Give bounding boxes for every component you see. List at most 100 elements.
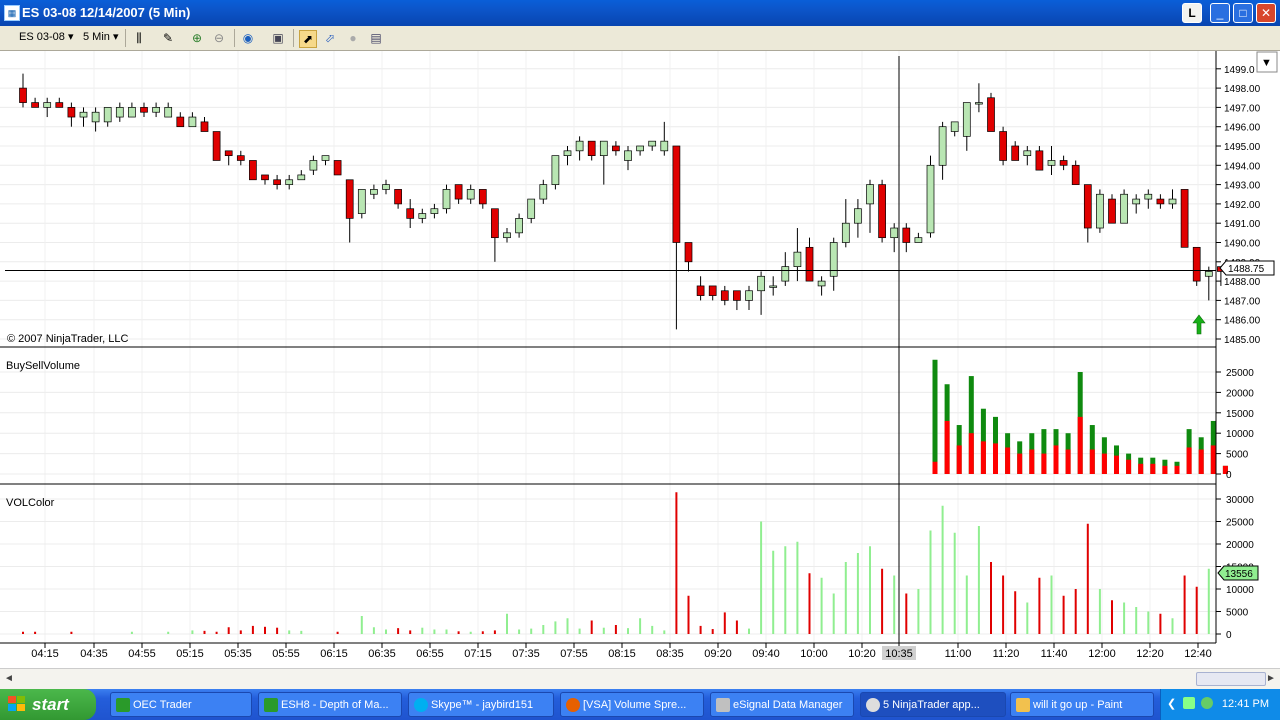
interval-selector[interactable]: 5 Min ▾ xyxy=(80,29,122,46)
chart-area[interactable]: 1499.0 1498.00 1497.00 1496.00 1495.00 1494.0… xyxy=(0,51,1280,668)
candle-body xyxy=(273,179,281,185)
candle-body xyxy=(503,232,511,239)
indicators-icon[interactable]: ⬀ xyxy=(322,30,338,46)
properties-icon[interactable]: ▣ xyxy=(270,30,286,46)
sell-volume-bar xyxy=(956,445,962,474)
toolbar-separator xyxy=(234,29,235,47)
time-tick-label: 05:15 xyxy=(176,648,204,660)
candle-body xyxy=(430,208,439,214)
time-tick-label: 12:40 xyxy=(1184,648,1212,660)
oec-app-icon xyxy=(264,698,278,712)
task-label: will it go up - Paint xyxy=(1033,699,1123,711)
cursor-time-label: 10:35 xyxy=(885,648,913,660)
sell-volume-bar xyxy=(1174,465,1180,474)
toolbar-separator xyxy=(125,29,126,47)
strategies-icon[interactable]: ● xyxy=(345,30,361,46)
task-vsa-forum[interactable]: [VSA] Volume Spre... xyxy=(560,692,704,717)
candle-body xyxy=(418,213,427,219)
sell-volume-bar xyxy=(932,461,938,474)
time-tick-label: 06:15 xyxy=(320,648,348,660)
instrument-selector[interactable]: ES 03-08 ▾ xyxy=(16,29,76,46)
close-button[interactable]: ✕ xyxy=(1256,3,1276,23)
candle-body xyxy=(1096,193,1104,229)
sell-volume-bar xyxy=(980,441,986,474)
task-label: Skype™ - jaybird151 xyxy=(431,699,534,711)
candle-body xyxy=(115,107,124,118)
copyright-text: © 2007 NinjaTrader, LLC xyxy=(7,333,128,345)
network-icon[interactable] xyxy=(1183,697,1195,709)
candle-body xyxy=(938,126,947,166)
chart-scroll-dropdown[interactable]: ▼ xyxy=(1256,51,1278,73)
candle-body xyxy=(1071,164,1080,185)
task-esignal[interactable]: eSignal Data Manager xyxy=(710,692,854,717)
candle-body xyxy=(636,145,644,152)
start-button[interactable]: start xyxy=(0,689,96,720)
candle-body xyxy=(551,155,560,185)
minimize-button[interactable]: _ xyxy=(1210,3,1230,23)
bar-type-icon[interactable]: ⫼ xyxy=(131,30,147,46)
chart-canvas[interactable]: 1499.0 1498.00 1497.00 1496.00 1495.00 1494.0… xyxy=(0,51,1280,668)
buysell-tick-label: 15000 xyxy=(1226,409,1254,420)
clock: 12:41 PM xyxy=(1221,698,1269,710)
buysell-tick-label: 25000 xyxy=(1226,368,1254,379)
candle-body xyxy=(805,246,814,282)
toolbar-separator xyxy=(293,29,294,47)
price-tick-label: 1498.00 xyxy=(1224,84,1261,95)
candle-body xyxy=(817,280,826,287)
globe-icon[interactable]: ◉ xyxy=(240,30,256,46)
candle-body xyxy=(1059,160,1068,166)
chart-app-icon[interactable]: ▦ xyxy=(4,5,20,21)
tray-expand-icon[interactable]: ❮ xyxy=(1167,697,1176,710)
price-tick-label: 1494.00 xyxy=(1224,161,1261,172)
zoom-in-icon[interactable]: ⊕ xyxy=(189,30,205,46)
candle-body xyxy=(757,275,765,292)
candle-body xyxy=(987,97,995,132)
time-tick-label: 10:20 xyxy=(848,648,876,660)
candle-body xyxy=(394,189,402,205)
scroll-thumb[interactable] xyxy=(1196,672,1266,686)
candle-body xyxy=(406,208,415,219)
zoom-out-icon[interactable]: ⊖ xyxy=(211,30,227,46)
candle-body xyxy=(491,208,499,239)
data-box-icon[interactable]: ⬈ xyxy=(299,30,317,48)
sell-volume-bar xyxy=(1089,449,1095,474)
volcolor-panel-label: VOLColor xyxy=(6,497,55,509)
task-skype[interactable]: Skype™ - jaybird151 xyxy=(408,692,554,717)
candle-body xyxy=(309,160,318,171)
candle-body xyxy=(285,179,294,185)
candle-body xyxy=(79,111,88,118)
task-depth-of-market[interactable]: ESH8 - Depth of Ma... xyxy=(258,692,402,717)
pencil-icon[interactable]: ✎ xyxy=(160,30,176,46)
sell-volume-bar xyxy=(1138,463,1144,474)
sell-volume-bar xyxy=(1065,449,1071,474)
maximize-button[interactable]: □ xyxy=(1233,3,1253,23)
scroll-right-arrow-icon[interactable]: ► xyxy=(1264,672,1278,686)
price-tick-label: 1497.00 xyxy=(1224,103,1261,114)
candle-body xyxy=(684,242,693,263)
scroll-left-arrow-icon[interactable]: ◄ xyxy=(2,672,16,686)
link-button[interactable]: L xyxy=(1182,3,1202,23)
task-oec-trader[interactable]: OEC Trader xyxy=(110,692,252,717)
candle-body xyxy=(1083,184,1092,229)
buysell-volume-panel xyxy=(932,359,1228,474)
candle-body xyxy=(357,189,366,214)
horizontal-scrollbar[interactable]: ◄ ► xyxy=(0,668,1280,689)
candle-body xyxy=(1156,198,1165,205)
chevron-down-icon[interactable]: ▼ xyxy=(1261,57,1272,69)
candle-body xyxy=(1108,198,1116,224)
task-label: OEC Trader xyxy=(133,699,192,711)
candle-body xyxy=(841,222,850,243)
task-label: [VSA] Volume Spre... xyxy=(583,699,687,711)
candle-body xyxy=(466,189,475,200)
volcolor-tick-label: 0 xyxy=(1226,630,1232,641)
candle-body xyxy=(648,140,657,147)
price-tick-label: 1493.00 xyxy=(1224,181,1261,192)
candle-body xyxy=(200,121,209,132)
grid-icon[interactable]: ▤ xyxy=(368,30,384,46)
sell-volume-bar xyxy=(1005,447,1011,474)
candle-body xyxy=(926,164,935,234)
security-icon[interactable] xyxy=(1201,697,1213,709)
task-paint[interactable]: will it go up - Paint xyxy=(1010,692,1154,717)
task-ninjatrader[interactable]: 5 NinjaTrader app... xyxy=(860,692,1006,717)
candle-body xyxy=(587,140,596,157)
